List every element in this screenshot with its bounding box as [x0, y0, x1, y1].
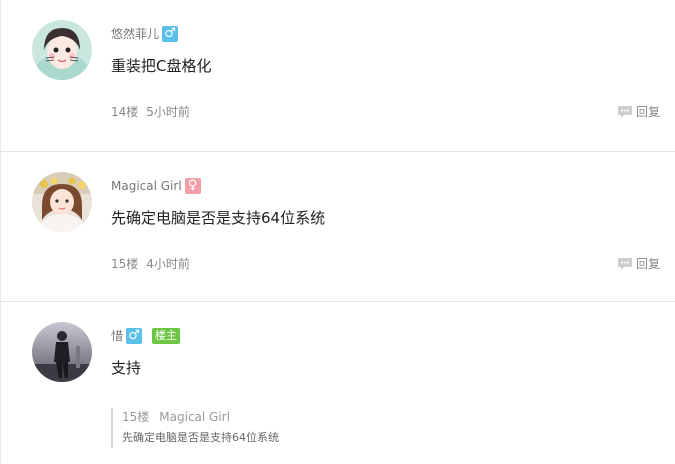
reply-button[interactable]: 回复 [617, 255, 660, 273]
female-icon: ♀ [184, 178, 201, 194]
comment-item: 悠然菲儿 ♂ 重装把C盘格化 14楼 5小时前 回复 [1, 0, 675, 152]
comment-meta: 14楼 5小时前 [111, 103, 190, 121]
quote-floor: 15楼 [122, 410, 150, 424]
avatar[interactable] [32, 172, 92, 232]
user-row: Magical Girl ♀ [111, 177, 201, 195]
reply-button[interactable]: 回复 [617, 103, 660, 121]
male-icon: ♂ [126, 328, 143, 344]
comment-item: 惜 ♂ 楼主 支持 15楼 Magical Girl 先确定电脑是否是支持64位系… [1, 302, 675, 464]
avatar[interactable] [32, 322, 92, 382]
user-row: 悠然菲儿 ♂ [111, 25, 179, 43]
floor-number: 14楼 [111, 105, 139, 119]
speech-bubble-icon [617, 106, 632, 118]
comment-content: 支持 [111, 359, 142, 377]
quote-username[interactable]: Magical Girl [159, 410, 230, 424]
username[interactable]: 悠然菲儿 [111, 25, 159, 43]
quote-text: 先确定电脑是否是支持64位系统 [122, 431, 279, 444]
comment-meta: 15楼 4小时前 [111, 255, 190, 273]
user-row: 惜 ♂ 楼主 [111, 327, 181, 345]
avatar[interactable] [32, 20, 92, 80]
post-time: 5小时前 [146, 105, 190, 119]
quoted-reply: 15楼 Magical Girl 先确定电脑是否是支持64位系统 [111, 408, 279, 448]
username[interactable]: Magical Girl [111, 177, 182, 195]
comment-content: 重装把C盘格化 [111, 57, 212, 75]
male-icon: ♂ [162, 26, 179, 42]
post-time: 4小时前 [146, 257, 190, 271]
comment-list: 悠然菲儿 ♂ 重装把C盘格化 14楼 5小时前 回复 Magical Girl … [0, 0, 675, 464]
floor-number: 15楼 [111, 257, 139, 271]
comment-item: Magical Girl ♀ 先确定电脑是否是支持64位系统 15楼 4小时前 回… [1, 152, 675, 302]
owner-badge: 楼主 [152, 328, 181, 344]
reply-label: 回复 [635, 105, 660, 119]
reply-label: 回复 [635, 257, 660, 271]
speech-bubble-icon [617, 258, 632, 270]
quote-header: 15楼 Magical Girl [122, 408, 279, 426]
username[interactable]: 惜 [111, 327, 123, 345]
comment-content: 先确定电脑是否是支持64位系统 [111, 209, 326, 227]
